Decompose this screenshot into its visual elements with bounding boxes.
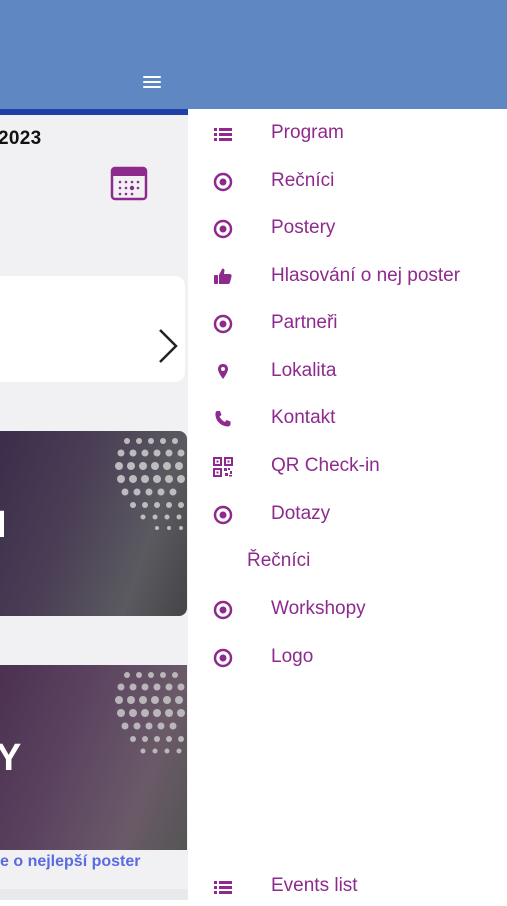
menu-item-kontakt[interactable]: Kontakt — [188, 398, 507, 438]
banner-title: I — [0, 504, 8, 546]
menu-item-workshopy[interactable]: Workshopy — [188, 589, 507, 629]
menu-item-lokalita[interactable]: Lokalita — [188, 351, 507, 391]
qr-code-icon — [213, 457, 233, 477]
menu-item-label: QR Check-in — [271, 455, 380, 476]
menu-item-label: Workshopy — [271, 598, 366, 619]
bottom-divider — [0, 889, 188, 900]
banner-title: Y — [0, 737, 23, 779]
menu-item-label: Kontakt — [271, 407, 336, 428]
menu-item-label: Events list — [271, 875, 358, 896]
menu-item-label: Partneři — [271, 312, 338, 333]
menu-item-hlasovani[interactable]: Hlasování o nej poster — [188, 256, 507, 296]
radio-dot-icon — [213, 648, 233, 668]
dot-pattern-decoration — [115, 438, 185, 530]
speakers-banner[interactable]: I — [0, 431, 187, 616]
menu-item-postery[interactable]: Postery — [188, 208, 507, 248]
event-date: 2023 — [0, 128, 42, 149]
best-poster-link[interactable]: e o nejlepší poster — [0, 853, 140, 871]
menu-item-events-list[interactable]: Events list — [188, 866, 507, 906]
menu-item-label: Dotazy — [271, 503, 331, 524]
radio-dot-icon — [213, 505, 233, 525]
chevron-right-icon[interactable] — [155, 326, 181, 366]
radio-dot-icon — [213, 600, 233, 620]
menu-item-label: Logo — [271, 646, 314, 667]
dot-pattern-decoration — [115, 672, 185, 754]
list-icon — [214, 128, 232, 141]
menu-item-label: Lokalita — [271, 360, 337, 381]
list-icon — [214, 881, 232, 894]
main-content-panel: 2023 I Y e o nejlepší poster — [0, 109, 188, 900]
menu-item-label: Řečníci — [247, 550, 311, 571]
radio-dot-icon — [213, 172, 233, 192]
menu-item-dotazy[interactable]: Dotazy — [188, 494, 507, 534]
map-pin-icon — [218, 364, 228, 379]
posters-banner[interactable]: Y — [0, 665, 187, 850]
menu-item-label: Rečníci — [271, 170, 335, 191]
accent-strip — [0, 109, 188, 115]
menu-item-recnici[interactable]: Rečníci — [188, 161, 507, 201]
phone-icon — [215, 411, 231, 427]
menu-item-partneri[interactable]: Partneři — [188, 303, 507, 343]
menu-item-label: Program — [271, 122, 344, 143]
hamburger-icon[interactable] — [138, 70, 166, 94]
thumbs-up-icon — [214, 268, 232, 284]
menu-item-logo[interactable]: Logo — [188, 637, 507, 677]
menu-item-label: Hlasování o nej poster — [271, 265, 461, 286]
menu-item-program[interactable]: Program — [188, 113, 507, 153]
navigation-drawer: Program Rečníci Postery Hlasování o nej … — [188, 109, 507, 900]
calendar-icon[interactable] — [110, 165, 148, 201]
radio-dot-icon — [213, 314, 233, 334]
top-app-bar — [0, 0, 507, 109]
menu-item-qr-checkin[interactable]: QR Check-in — [188, 446, 507, 486]
menu-item-recnici-section[interactable]: Řečníci — [188, 541, 507, 581]
menu-item-label: Postery — [271, 217, 336, 238]
radio-dot-icon — [213, 219, 233, 239]
